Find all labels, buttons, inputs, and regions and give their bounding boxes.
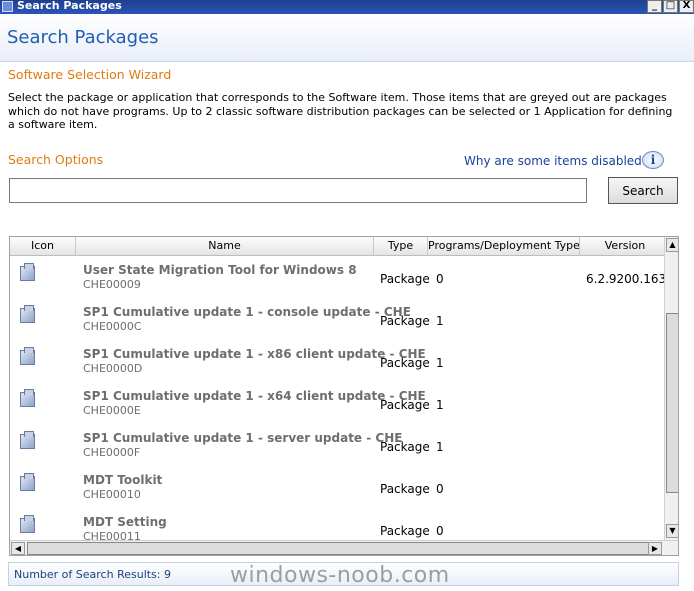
package-icon <box>18 515 38 533</box>
table-row[interactable]: SP1 Cumulative update 1 - x86 client upd… <box>10 341 664 383</box>
package-id: CHE00009 <box>83 278 141 291</box>
column-header-programs[interactable]: Programs/Deployment Types <box>428 237 580 256</box>
package-name: SP1 Cumulative update 1 - x64 client upd… <box>83 389 426 403</box>
program-count: 0 <box>436 524 444 538</box>
package-id: CHE0000D <box>83 362 143 375</box>
package-icon <box>18 431 38 449</box>
program-count: 1 <box>436 314 444 328</box>
grid-rows: User State Migration Tool for Windows 8 … <box>10 257 664 541</box>
scroll-up-icon[interactable]: ▲ <box>666 238 678 252</box>
vertical-scroll-thumb[interactable] <box>666 313 678 493</box>
info-icon[interactable]: i <box>642 151 664 169</box>
column-header-icon[interactable]: Icon <box>10 237 76 256</box>
close-button[interactable]: X <box>679 0 694 13</box>
header-band: Search Packages <box>0 14 694 62</box>
horizontal-scrollbar[interactable]: ◀ ▶ <box>10 540 678 555</box>
search-input[interactable] <box>9 178 587 203</box>
wizard-description: Select the package or application that c… <box>8 91 673 131</box>
page-title: Search Packages <box>7 27 159 48</box>
table-row[interactable]: SP1 Cumulative update 1 - x64 client upd… <box>10 383 664 425</box>
package-type: Package <box>380 482 430 496</box>
package-id: CHE00010 <box>83 488 141 501</box>
package-icon <box>18 263 38 281</box>
package-name: SP1 Cumulative update 1 - console update… <box>83 305 411 319</box>
scroll-left-icon[interactable]: ◀ <box>11 542 25 555</box>
package-icon <box>18 305 38 323</box>
table-row[interactable]: SP1 Cumulative update 1 - console update… <box>10 299 664 341</box>
grid-header: Icon Name Type Programs/Deployment Types… <box>10 237 664 256</box>
package-type: Package <box>380 356 430 370</box>
table-row[interactable]: MDT Toolkit CHE00010 Package 0 <box>10 467 664 509</box>
column-header-name[interactable]: Name <box>76 237 374 256</box>
vertical-scrollbar[interactable]: ▲ ▼ <box>664 237 678 540</box>
window-title: Search Packages <box>17 0 122 12</box>
why-disabled-link[interactable]: Why are some items disabled? <box>464 154 648 168</box>
scroll-down-icon[interactable]: ▼ <box>666 524 678 538</box>
package-name: SP1 Cumulative update 1 - server update … <box>83 431 403 445</box>
window-app-icon <box>2 1 13 12</box>
package-id: CHE0000F <box>83 446 141 459</box>
package-icon <box>18 473 38 491</box>
package-name: MDT Toolkit <box>83 473 163 487</box>
table-row[interactable]: SP1 Cumulative update 1 - server update … <box>10 425 664 467</box>
program-count: 1 <box>436 356 444 370</box>
table-row[interactable]: MDT Setting CHE00011 Package 0 <box>10 509 664 541</box>
package-id: CHE0000E <box>83 404 141 417</box>
package-icon <box>18 389 38 407</box>
package-id: CHE0000C <box>83 320 142 333</box>
watermark: windows-noob.com <box>230 563 450 588</box>
wizard-title: Software Selection Wizard <box>8 67 172 82</box>
title-bar: Search Packages _ □ X <box>0 0 694 14</box>
search-options-label: Search Options <box>8 152 104 167</box>
package-type: Package <box>380 272 430 286</box>
search-results-count: Number of Search Results: 9 <box>14 568 171 581</box>
program-count: 1 <box>436 440 444 454</box>
results-grid: Icon Name Type Programs/Deployment Types… <box>9 236 679 556</box>
package-type: Package <box>380 398 430 412</box>
package-type: Package <box>380 314 430 328</box>
package-version: 6.2.9200.16384 <box>586 272 664 286</box>
package-name: MDT Setting <box>83 515 167 529</box>
package-name: User State Migration Tool for Windows 8 <box>83 263 357 277</box>
maximize-button[interactable]: □ <box>663 0 678 13</box>
program-count: 0 <box>436 272 444 286</box>
package-icon <box>18 347 38 365</box>
program-count: 0 <box>436 482 444 496</box>
package-type: Package <box>380 524 430 538</box>
horizontal-scroll-thumb[interactable] <box>27 542 655 555</box>
table-row[interactable]: User State Migration Tool for Windows 8 … <box>10 257 664 299</box>
program-count: 1 <box>436 398 444 412</box>
scroll-right-icon[interactable]: ▶ <box>648 542 662 555</box>
window-controls: _ □ X <box>646 0 694 14</box>
package-type: Package <box>380 440 430 454</box>
minimize-button[interactable]: _ <box>647 0 662 13</box>
search-button[interactable]: Search <box>608 177 678 204</box>
column-header-type[interactable]: Type <box>374 237 428 256</box>
column-header-version[interactable]: Version <box>580 237 670 256</box>
package-name: SP1 Cumulative update 1 - x86 client upd… <box>83 347 426 361</box>
